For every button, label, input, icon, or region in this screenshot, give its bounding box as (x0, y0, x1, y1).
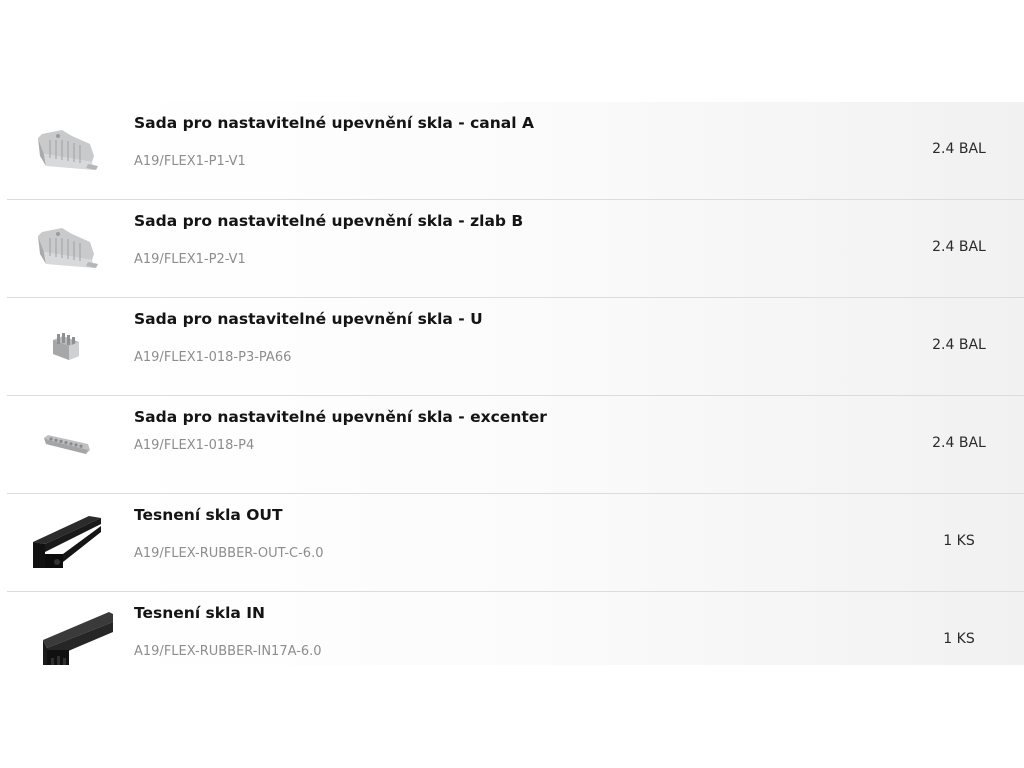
item-quantity: 2.4 BAL (932, 337, 986, 353)
list-item[interactable]: Tesnení skla IN A19/FLEX-RUBBER-IN17A-6.… (7, 592, 1024, 665)
item-title[interactable]: Sada pro nastavitelné upevnění skla - ex… (134, 408, 547, 426)
item-quantity: 1 KS (943, 631, 975, 647)
item-code: A19/FLEX1-018-P4 (134, 438, 255, 453)
item-code: A19/FLEX1-P1-V1 (134, 154, 246, 169)
item-quantity: 2.4 BAL (932, 239, 986, 255)
item-code: A19/FLEX1-P2-V1 (134, 252, 246, 267)
item-title[interactable]: Sada pro nastavitelné upevnění skla - ca… (134, 114, 534, 132)
u-clip-icon (7, 298, 127, 395)
list-item[interactable]: Sada pro nastavitelné upevnění skla - ca… (7, 102, 1024, 200)
item-quantity: 2.4 BAL (932, 435, 986, 451)
item-code: A19/FLEX-RUBBER-IN17A-6.0 (134, 644, 322, 659)
list-item[interactable]: Sada pro nastavitelné upevnění skla - zl… (7, 200, 1024, 298)
item-title[interactable]: Sada pro nastavitelné upevnění skla - U (134, 310, 483, 328)
item-quantity: 2.4 BAL (932, 141, 986, 157)
clip-bracket-icon (7, 200, 127, 297)
item-title[interactable]: Tesnení skla OUT (134, 506, 283, 524)
item-title[interactable]: Sada pro nastavitelné upevnění skla - zl… (134, 212, 523, 230)
rubber-seal-in-icon (7, 592, 127, 665)
product-list: Sada pro nastavitelné upevnění skla - ca… (7, 102, 1024, 665)
item-title[interactable]: Tesnení skla IN (134, 604, 265, 622)
clip-bracket-icon (7, 102, 127, 199)
excenter-strip-icon (7, 396, 127, 493)
rubber-seal-out-icon (7, 494, 127, 591)
list-item[interactable]: Tesnení skla OUT A19/FLEX-RUBBER-OUT-C-6… (7, 494, 1024, 592)
item-quantity: 1 KS (943, 533, 975, 549)
item-code: A19/FLEX-RUBBER-OUT-C-6.0 (134, 546, 324, 561)
list-item[interactable]: Sada pro nastavitelné upevnění skla - U … (7, 298, 1024, 396)
list-item[interactable]: Sada pro nastavitelné upevnění skla - ex… (7, 396, 1024, 494)
item-code: A19/FLEX1-018-P3-PA66 (134, 350, 292, 365)
